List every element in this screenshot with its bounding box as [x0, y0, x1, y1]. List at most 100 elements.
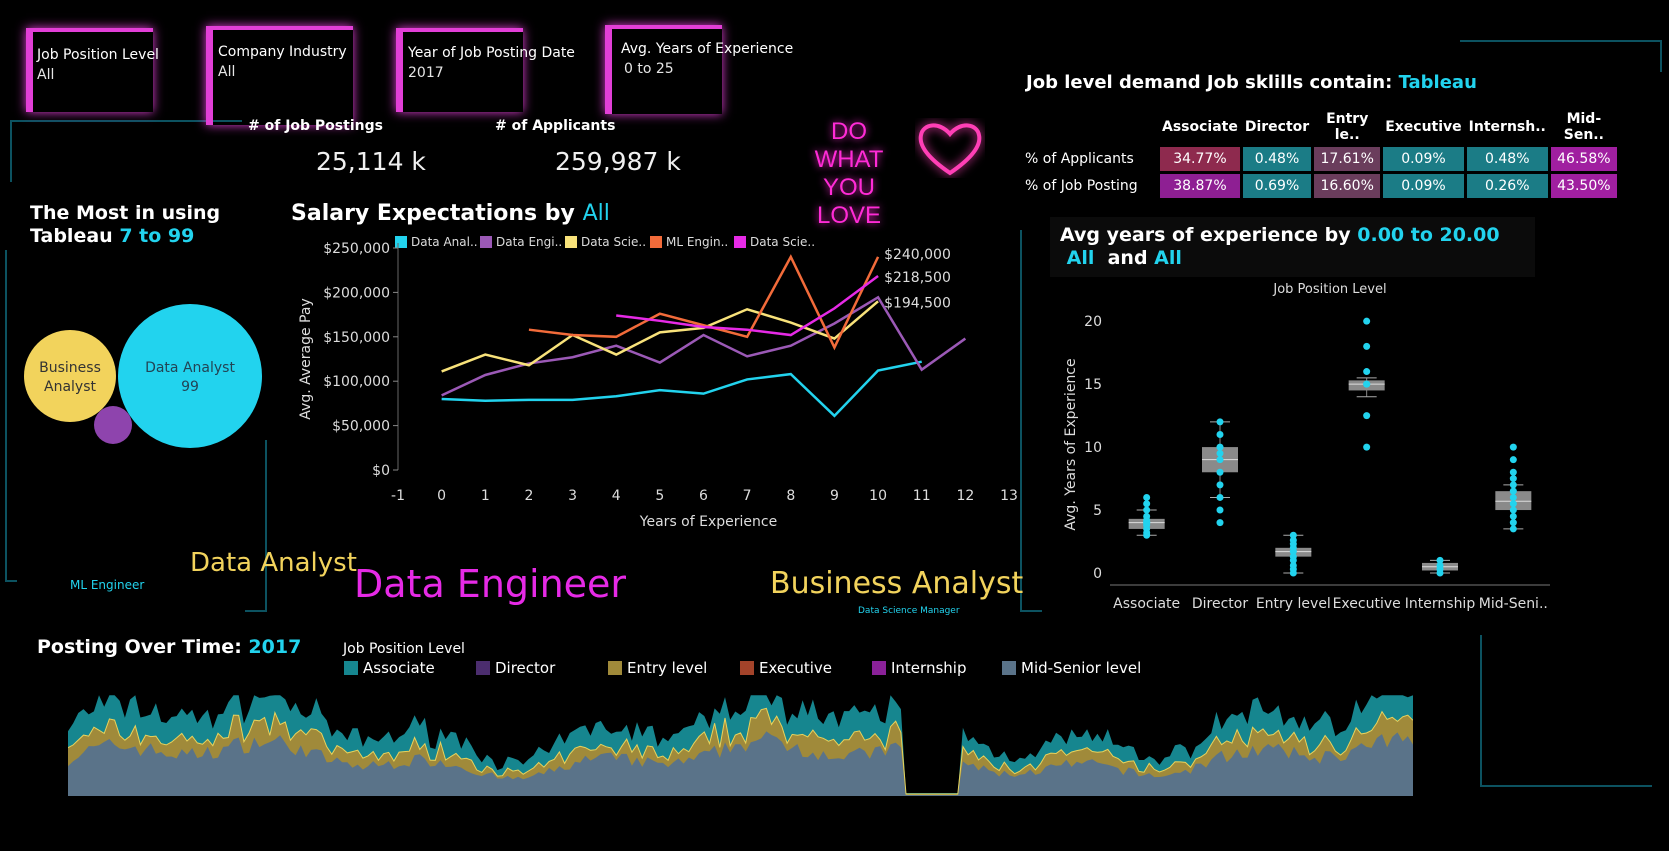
- x-tick-label: Entry level: [1256, 596, 1331, 612]
- demand-cell[interactable]: 0.48%: [1242, 147, 1312, 171]
- circuit-decoration: [245, 440, 267, 612]
- posting-title: Posting Over Time: 2017: [37, 636, 301, 658]
- box-point[interactable]: [1509, 456, 1517, 464]
- demand-col-header: Executive: [1385, 119, 1462, 135]
- x-tick-label: 12: [956, 488, 974, 504]
- demand-row-label: % of Applicants: [1025, 151, 1134, 167]
- word-data-analyst[interactable]: Data Analyst: [190, 548, 357, 578]
- posting-legend-item[interactable]: Executive: [740, 659, 832, 677]
- box-point[interactable]: [1509, 493, 1517, 501]
- demand-cell[interactable]: 17.61%: [1314, 147, 1381, 171]
- circuit-decoration: [10, 120, 242, 182]
- filter-company-industry[interactable]: Company Industry All: [218, 44, 347, 80]
- box-point[interactable]: [1216, 468, 1224, 476]
- posting-legend-item[interactable]: Mid-Senior level: [1002, 659, 1141, 677]
- box-point[interactable]: [1216, 519, 1224, 527]
- word-ml-engineer[interactable]: ML Engineer: [70, 578, 144, 592]
- box-point[interactable]: [1363, 317, 1371, 325]
- word-ds-manager[interactable]: Data Science Manager: [858, 606, 960, 616]
- demand-cell[interactable]: 0.09%: [1383, 147, 1464, 171]
- box-point[interactable]: [1143, 512, 1151, 520]
- box-point[interactable]: [1143, 506, 1151, 514]
- box-point[interactable]: [1216, 493, 1224, 501]
- x-tick-label: 2: [524, 488, 533, 504]
- box-point[interactable]: [1363, 412, 1371, 420]
- box-point[interactable]: [1363, 342, 1371, 350]
- bubble-title-range: 7 to 99: [119, 225, 195, 247]
- box-point[interactable]: [1363, 368, 1371, 376]
- demand-cell[interactable]: 38.87%: [1160, 174, 1240, 198]
- bubble-business-analyst[interactable]: [24, 330, 116, 422]
- box-point[interactable]: [1509, 525, 1517, 533]
- filter-years-experience[interactable]: Avg. Years of Experience 0 to 25: [621, 41, 793, 77]
- word-data-engineer[interactable]: Data Engineer: [354, 562, 626, 606]
- box-point[interactable]: [1143, 493, 1151, 501]
- bubble-data-analyst[interactable]: [118, 304, 262, 448]
- posting-title-year: 2017: [248, 636, 302, 658]
- box-point[interactable]: [1509, 475, 1517, 483]
- salary-series-line[interactable]: [616, 274, 879, 337]
- box-point[interactable]: [1509, 506, 1517, 514]
- x-tick-label: Mid-Seni..: [1479, 596, 1548, 612]
- box-point[interactable]: [1289, 531, 1297, 539]
- demand-cell[interactable]: 0.48%: [1466, 147, 1548, 171]
- box-point[interactable]: [1143, 500, 1151, 508]
- x-tick-label: 6: [699, 488, 708, 504]
- box-point[interactable]: [1216, 456, 1224, 464]
- neon-sign-line: YOU LOVE: [816, 174, 882, 229]
- demand-cell[interactable]: 0.69%: [1242, 174, 1312, 198]
- box-point[interactable]: [1216, 506, 1224, 514]
- box-point[interactable]: [1509, 481, 1517, 489]
- box-point[interactable]: [1509, 519, 1517, 527]
- demand-cell[interactable]: 34.77%: [1160, 147, 1240, 171]
- filter-value: 0 to 25: [624, 61, 674, 77]
- exp-title-range: 0.00 to 20.00: [1357, 224, 1500, 246]
- box-point[interactable]: [1216, 431, 1224, 438]
- posting-legend-item[interactable]: Entry level: [608, 659, 707, 677]
- demand-header-row: Associate Director Entry le.. Executive …: [1025, 110, 1617, 144]
- x-tick-label: -1: [391, 488, 405, 504]
- bubble-title-line1: The Most in using: [30, 202, 221, 224]
- salary-series-line[interactable]: [441, 295, 967, 397]
- box-point[interactable]: [1363, 443, 1371, 451]
- x-tick-label: 11: [913, 488, 931, 504]
- posting-legend-item[interactable]: Director: [476, 659, 555, 677]
- box-point[interactable]: [1216, 481, 1224, 489]
- demand-cell[interactable]: 0.09%: [1383, 174, 1464, 198]
- box-point[interactable]: [1509, 512, 1517, 520]
- demand-cell[interactable]: 43.50%: [1550, 174, 1617, 198]
- box-point[interactable]: [1216, 443, 1224, 451]
- kpi-applicants-value: 259,987 k: [555, 147, 681, 176]
- salary-end-label: $218,500: [884, 270, 951, 286]
- legend-label: Associate: [363, 659, 435, 677]
- box-point[interactable]: [1509, 468, 1517, 476]
- posting-legend-item[interactable]: Internship: [872, 659, 966, 677]
- demand-cell[interactable]: 0.26%: [1466, 174, 1548, 198]
- kpi-postings-value: 25,114 k: [316, 147, 426, 176]
- box-point[interactable]: [1436, 556, 1444, 564]
- box-point[interactable]: [1216, 449, 1224, 457]
- demand-cell[interactable]: 16.60%: [1314, 174, 1381, 198]
- filter-year[interactable]: Year of Job Posting Date 2017: [408, 45, 575, 81]
- x-tick-label: 0: [437, 488, 446, 504]
- salary-series-line[interactable]: [441, 300, 879, 373]
- word-business-analyst[interactable]: Business Analyst: [770, 566, 1023, 601]
- filter-value: All: [37, 67, 55, 83]
- kpi-postings-label: # of Job Postings: [248, 118, 383, 134]
- demand-cell[interactable]: 46.58%: [1550, 147, 1617, 171]
- posting-legend-item[interactable]: Associate: [344, 659, 435, 677]
- demand-col-header: Internsh..: [1468, 119, 1546, 135]
- posting-area-chart: [68, 695, 1413, 796]
- filter-job-position-level[interactable]: Job Position Level All: [37, 47, 159, 83]
- box-point[interactable]: [1509, 500, 1517, 508]
- y-tick-label: 15: [1084, 377, 1102, 393]
- salary-series-line[interactable]: [441, 360, 922, 418]
- bubble-label: Analyst: [44, 379, 96, 395]
- x-tick-label: 4: [612, 488, 621, 504]
- bubble-title: The Most in using Tableau 7 to 99: [30, 202, 220, 248]
- box-point[interactable]: [1216, 418, 1224, 426]
- box-point[interactable]: [1363, 380, 1371, 388]
- box-point[interactable]: [1509, 443, 1517, 451]
- box-point[interactable]: [1509, 487, 1517, 495]
- bubble-data-engineer[interactable]: [94, 406, 132, 444]
